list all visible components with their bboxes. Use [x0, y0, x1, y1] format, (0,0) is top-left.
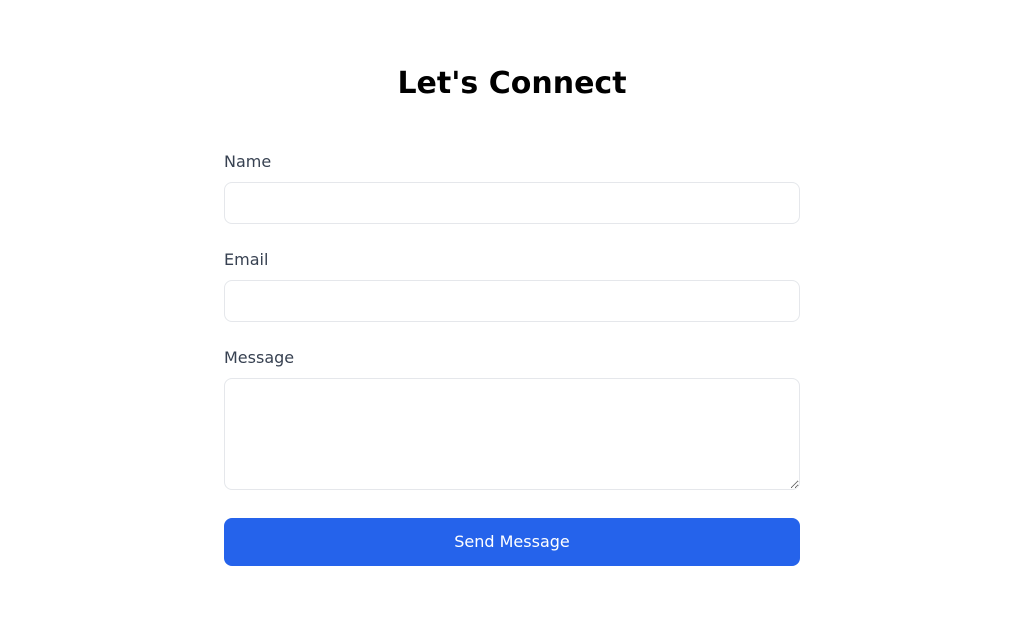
- page-title: Let's Connect: [224, 66, 800, 102]
- message-label: Message: [224, 346, 800, 370]
- message-field-group: Message: [224, 346, 800, 494]
- name-label: Name: [224, 150, 800, 174]
- name-input[interactable]: [224, 182, 800, 224]
- contact-form: Name Email Message Send Message: [224, 150, 800, 566]
- name-field-group: Name: [224, 150, 800, 224]
- email-input[interactable]: [224, 280, 800, 322]
- send-message-button[interactable]: Send Message: [224, 518, 800, 566]
- message-input[interactable]: [224, 378, 800, 490]
- email-field-group: Email: [224, 248, 800, 322]
- email-label: Email: [224, 248, 800, 272]
- contact-form-container: Let's Connect Name Email Message Send Me…: [224, 0, 800, 566]
